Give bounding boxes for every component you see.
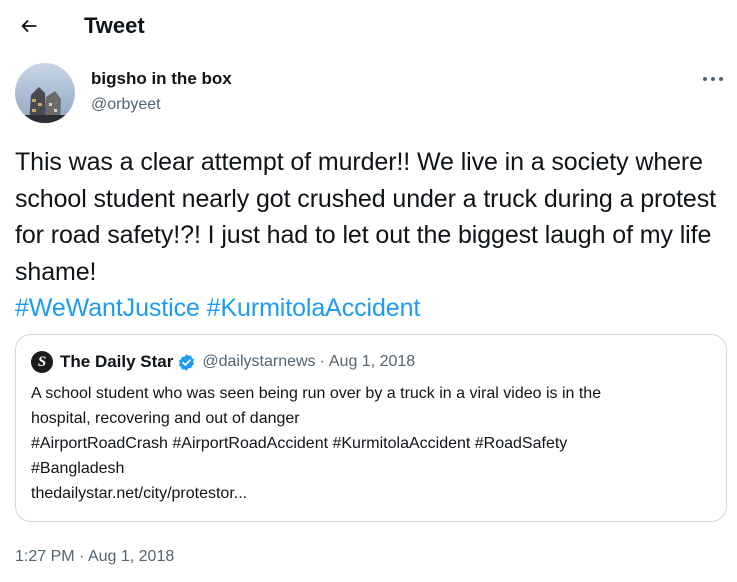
quote-text-line: A school student who was seen being run …: [31, 385, 602, 402]
tweet-body: This was a clear attempt of murder!! We …: [15, 144, 730, 327]
separator-dot: ·: [319, 353, 325, 370]
page-header: Tweet: [0, 0, 737, 52]
avatar-image: [15, 63, 75, 123]
more-button[interactable]: [696, 66, 730, 92]
tweet-date[interactable]: Aug 1, 2018: [88, 548, 174, 565]
more-horizontal-icon: [703, 77, 723, 81]
back-button[interactable]: [14, 11, 44, 41]
author-name[interactable]: bigsho in the box: [91, 68, 232, 90]
quote-author-name[interactable]: The Daily Star: [60, 352, 173, 372]
quote-date[interactable]: Aug 1, 2018: [329, 353, 415, 371]
hashtag-link[interactable]: #KurmitolaAccident: [207, 294, 421, 322]
quote-header: S The Daily Star @dailystarnews · Aug 1,…: [31, 351, 415, 373]
quote-link[interactable]: thedailystar.net/city/protestor...: [31, 481, 711, 506]
tweet-time[interactable]: 1:27 PM: [15, 548, 75, 565]
quote-hashtags-line: #AirportRoadCrash #AirportRoadAccident #…: [31, 435, 568, 452]
page-title: Tweet: [84, 13, 145, 38]
quote-author-handle[interactable]: @dailystarnews: [202, 353, 315, 371]
avatar[interactable]: [15, 63, 75, 123]
quote-text-line: hospital, recovering and out of danger: [31, 410, 300, 427]
tweet-text: This was a clear attempt of murder!! We …: [15, 148, 716, 286]
quote-text: A school student who was seen being run …: [31, 381, 711, 506]
author-handle[interactable]: @orbyeet: [91, 94, 161, 116]
daily-star-logo: S: [31, 351, 53, 373]
arrow-left-icon: [21, 19, 37, 33]
verified-badge-icon: [177, 353, 196, 372]
hashtag-link[interactable]: #WeWantJustice: [15, 294, 200, 322]
tweet-hashtags: #WeWantJustice #KurmitolaAccident: [15, 294, 420, 322]
quote-hashtags-line: #Bangladesh: [31, 460, 125, 477]
separator-dot: ·: [79, 548, 85, 565]
quoted-tweet-card[interactable]: S The Daily Star @dailystarnews · Aug 1,…: [15, 334, 727, 522]
tweet-timestamp: 1:27 PM · Aug 1, 2018: [15, 545, 174, 569]
